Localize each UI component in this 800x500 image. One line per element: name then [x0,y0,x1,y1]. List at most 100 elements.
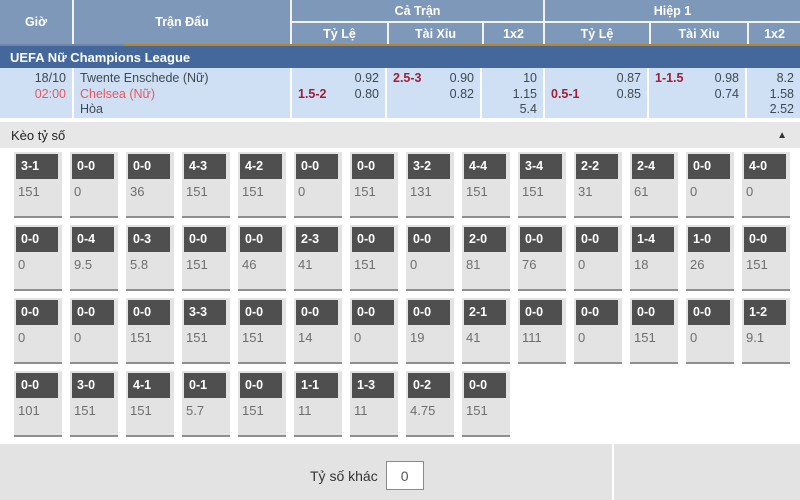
correct-score-cell[interactable]: 0-0151 [350,225,398,291]
correct-score-cell[interactable]: 1-29.1 [742,298,790,364]
correct-score-cell[interactable]: 4-00 [742,152,790,218]
correct-score-cell[interactable]: 0-036 [126,152,174,218]
correct-score-cell[interactable]: 0-019 [406,298,454,364]
full-handicap-line: 1.5-2 [298,87,327,103]
correct-score-cell[interactable]: 1-311 [350,371,398,437]
correct-score-cell[interactable]: 0-00 [294,152,342,218]
half-1x2-home[interactable]: 8.2 [777,71,794,87]
correct-score-cell[interactable]: 0-00 [574,225,622,291]
correct-score-cell[interactable]: 1-418 [630,225,678,291]
league-name: UEFA Nữ Champions League [10,50,190,65]
correct-score-cell[interactable]: 0-00 [70,298,118,364]
correct-score-cell[interactable]: 0-00 [686,298,734,364]
score-odds-value: 151 [466,184,510,199]
match-date: 18/10 [35,71,66,87]
correct-score-cell[interactable]: 0-0151 [238,371,286,437]
half-handicap-away-odds[interactable]: 0.85 [617,87,641,103]
full-under-odds[interactable]: 0.82 [450,87,474,103]
header-full-overunder: Tài Xỉu [387,23,482,44]
score-row: 0-000-49.50-35.80-01510-0462-3410-01510-… [14,225,800,291]
correct-score-cell[interactable]: 4-2151 [238,152,286,218]
correct-score-cell[interactable]: 0-0151 [462,371,510,437]
match-time-cell: 18/10 02:00 [0,68,72,118]
correct-score-cell[interactable]: 0-0151 [238,298,286,364]
collapse-arrow-icon[interactable]: ▲ [777,130,787,141]
correct-score-cell[interactable]: 2-461 [630,152,678,218]
correct-score-cell[interactable]: 0-0151 [182,225,230,291]
score-label: 2-0 [464,227,506,252]
correct-score-cell[interactable]: 2-231 [574,152,622,218]
other-score-odds-box[interactable]: 0 [386,461,424,490]
score-label: 0-0 [408,300,450,325]
correct-score-cell[interactable]: 0-076 [518,225,566,291]
half-1x2-draw[interactable]: 2.52 [770,102,794,118]
score-label: 3-3 [184,300,226,325]
away-team[interactable]: Chelsea (Nữ) [80,87,155,103]
correct-score-cell[interactable]: 3-0151 [70,371,118,437]
correct-score-cell[interactable]: 3-2131 [406,152,454,218]
full-1x2-away[interactable]: 1.15 [513,87,537,103]
correct-score-cell[interactable]: 0-0111 [518,298,566,364]
score-odds-value: 0 [690,330,734,345]
score-grid: 3-11510-000-0364-31514-21510-000-01513-2… [0,148,800,437]
full-over-odds[interactable]: 0.90 [450,71,474,87]
correct-score-cell[interactable]: 4-4151 [462,152,510,218]
correct-score-cell[interactable]: 0-00 [574,298,622,364]
half-handicap-home-odds[interactable]: 0.87 [617,71,641,87]
full-handicap-home-odds[interactable]: 0.92 [355,71,379,87]
score-label: 0-0 [352,300,394,325]
draw-label: Hòa [80,102,103,118]
score-label: 1-2 [744,300,786,325]
home-team[interactable]: Twente Enschede (Nữ) [80,71,209,87]
correct-score-cell[interactable]: 2-141 [462,298,510,364]
correct-score-cell[interactable]: 2-081 [462,225,510,291]
correct-score-cell[interactable]: 0-0151 [126,298,174,364]
correct-score-cell[interactable]: 0-0151 [742,225,790,291]
score-label: 0-0 [688,154,730,179]
full-handicap-cell: 0.92 1.5-2 0.80 [290,68,385,118]
score-label: 4-0 [744,154,786,179]
correct-score-cell[interactable]: 0-24.75 [406,371,454,437]
correct-score-cell[interactable]: 0-0151 [350,152,398,218]
correct-score-cell[interactable]: 0-00 [406,225,454,291]
score-odds-value: 46 [242,257,286,272]
correct-score-cell[interactable]: 3-4151 [518,152,566,218]
correct-score-cell[interactable]: 1-111 [294,371,342,437]
correct-score-cell[interactable]: 0-046 [238,225,286,291]
other-score-footer: Tỷ số khác 0 [0,444,800,500]
full-handicap-away-odds[interactable]: 0.80 [355,87,379,103]
score-odds-value: 151 [130,403,174,418]
header-half-overunder: Tài Xỉu [649,23,747,44]
correct-score-cell[interactable]: 0-0101 [14,371,62,437]
score-label: 0-0 [408,227,450,252]
correct-score-cell[interactable]: 0-49.5 [70,225,118,291]
full-1x2-home[interactable]: 10 [523,71,537,87]
score-odds-value: 151 [74,403,118,418]
correct-score-cell[interactable]: 0-00 [686,152,734,218]
half-over-odds[interactable]: 0.98 [715,71,739,87]
score-odds-value: 151 [130,330,174,345]
half-1x2-away[interactable]: 1.58 [770,87,794,103]
league-bar[interactable]: UEFA Nữ Champions League [0,46,800,68]
correct-score-cell[interactable]: 4-1151 [126,371,174,437]
correct-score-cell[interactable]: 0-15.7 [182,371,230,437]
correct-score-cell[interactable]: 0-00 [14,225,62,291]
correct-score-cell[interactable]: 3-3151 [182,298,230,364]
correct-score-cell[interactable]: 1-026 [686,225,734,291]
correct-score-cell[interactable]: 3-1151 [14,152,62,218]
full-overunder-line: 2.5-3 [393,71,422,87]
correct-score-cell[interactable]: 0-014 [294,298,342,364]
score-label: 1-4 [632,227,674,252]
correct-score-cell[interactable]: 0-0151 [630,298,678,364]
correct-score-cell[interactable]: 0-00 [350,298,398,364]
correct-score-cell[interactable]: 0-00 [14,298,62,364]
half-under-odds[interactable]: 0.74 [715,87,739,103]
correct-score-cell[interactable]: 0-00 [70,152,118,218]
score-label: 0-4 [72,227,114,252]
full-1x2-cell: 10 1.15 5.4 [480,68,543,118]
correct-score-cell[interactable]: 0-35.8 [126,225,174,291]
full-1x2-draw[interactable]: 5.4 [520,102,537,118]
header-full-1x2: 1x2 [482,23,543,44]
correct-score-cell[interactable]: 2-341 [294,225,342,291]
correct-score-cell[interactable]: 4-3151 [182,152,230,218]
